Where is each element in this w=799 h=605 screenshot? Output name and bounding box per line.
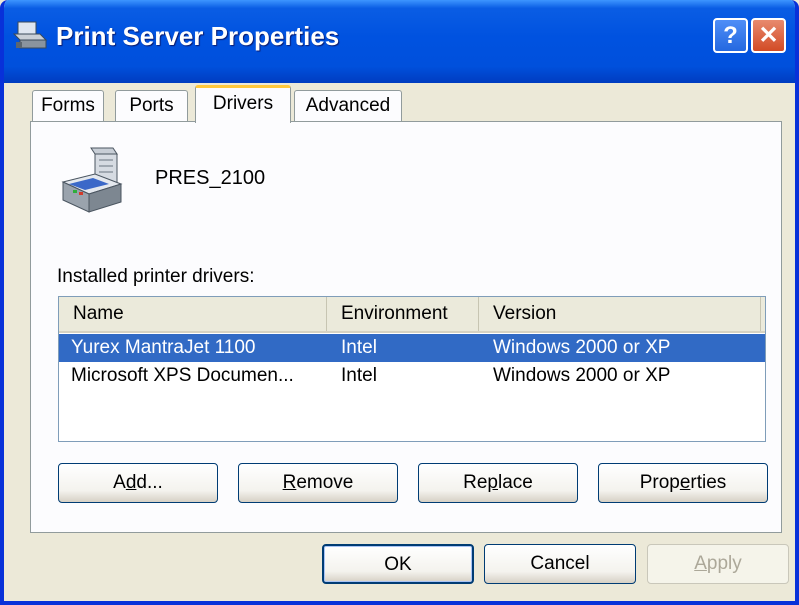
- window-title: Print Server Properties: [56, 21, 340, 51]
- close-button[interactable]: ✕: [751, 18, 786, 53]
- properties-button[interactable]: Properties: [598, 463, 768, 503]
- column-header-environment[interactable]: Environment: [327, 297, 479, 331]
- column-header-name[interactable]: Name: [59, 297, 327, 331]
- list-header: Name Environment Version: [59, 297, 765, 333]
- tab-ports[interactable]: Ports: [115, 90, 188, 121]
- properties-label-post: rties: [690, 472, 727, 493]
- list-item[interactable]: Yurex MantraJet 1100 Intel Windows 2000 …: [59, 334, 765, 362]
- print-server-properties-window: Print Server Properties ? ✕ Forms Ports …: [0, 0, 799, 605]
- driver-version: Windows 2000 or XP: [493, 365, 671, 386]
- remove-label-post: emove: [296, 472, 354, 493]
- drivers-tab-panel: PRES_2100 Installed printer drivers: Nam…: [30, 121, 782, 533]
- installed-drivers-label: Installed printer drivers:: [57, 266, 255, 287]
- add-button[interactable]: Add...: [58, 463, 218, 503]
- remove-button[interactable]: Remove: [238, 463, 398, 503]
- cancel-button[interactable]: Cancel: [484, 544, 636, 584]
- list-item[interactable]: Microsoft XPS Documen... Intel Windows 2…: [59, 362, 765, 390]
- driver-environment: Intel: [341, 365, 377, 386]
- replace-label-pre: Re: [463, 472, 488, 493]
- help-button[interactable]: ?: [713, 18, 748, 53]
- server-name: PRES_2100: [155, 167, 266, 189]
- column-header-version[interactable]: Version: [479, 297, 761, 331]
- driver-version: Windows 2000 or XP: [493, 337, 671, 358]
- driver-environment: Intel: [341, 337, 377, 358]
- title-bar[interactable]: Print Server Properties ? ✕: [4, 0, 795, 83]
- properties-label-pre: Prop: [639, 472, 680, 493]
- remove-label-key: R: [282, 472, 297, 493]
- replace-label-key: p: [487, 472, 498, 493]
- add-label-pre: A: [113, 472, 126, 493]
- printer-server-icon: [12, 21, 48, 49]
- properties-label-key: e: [679, 472, 691, 493]
- driver-name: Microsoft XPS Documen...: [71, 365, 294, 386]
- drivers-list[interactable]: Name Environment Version Yurex MantraJet…: [58, 296, 766, 442]
- apply-label-key: A: [694, 553, 707, 574]
- apply-label-post: pply: [706, 553, 742, 574]
- tab-drivers[interactable]: Drivers: [195, 85, 291, 123]
- tab-forms[interactable]: Forms: [32, 90, 104, 121]
- add-label-post: d...: [136, 472, 163, 493]
- ok-button[interactable]: OK: [322, 544, 474, 584]
- add-label-key: d: [125, 472, 137, 493]
- replace-label-post: lace: [498, 472, 533, 493]
- printer-icon: [61, 147, 123, 213]
- tab-advanced[interactable]: Advanced: [294, 90, 402, 121]
- replace-button[interactable]: Replace: [418, 463, 578, 503]
- driver-name: Yurex MantraJet 1100: [71, 337, 256, 358]
- apply-button[interactable]: Apply: [647, 544, 789, 584]
